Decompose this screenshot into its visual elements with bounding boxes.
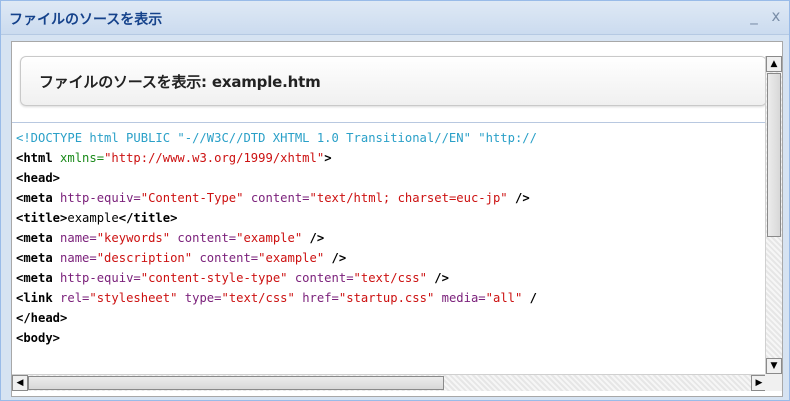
source-token: xmlns= [60, 151, 105, 165]
window-title: ファイルのソースを表示 [9, 12, 163, 28]
source-token: <link [16, 291, 61, 305]
source-token: content= [287, 271, 354, 285]
vertical-scroll-thumb[interactable] [767, 73, 781, 237]
source-token: <html [16, 151, 61, 165]
source-line: <head> [16, 168, 60, 188]
source-token: "http://www.w3.org/1999/xhtml" [104, 151, 325, 165]
source-token: content= [192, 251, 259, 265]
source-token: /> [324, 251, 347, 265]
source-line: <meta http-equiv="Content-Type" content=… [16, 188, 530, 208]
source-token: <meta [16, 251, 61, 265]
source-token: http-equiv= [60, 191, 141, 205]
source-line: <meta name="description" content="exampl… [16, 248, 346, 268]
divider [12, 122, 767, 123]
source-token: type= [177, 291, 222, 305]
source-token: /> [507, 191, 530, 205]
source-token: media= [434, 291, 486, 305]
source-line: </head> [16, 308, 67, 328]
source-token: "startup.css" [338, 291, 435, 305]
source-token: "text/css" [221, 291, 295, 305]
source-token: name= [60, 231, 97, 245]
source-line: <title>example</title> [16, 208, 177, 228]
source-token: "keywords" [96, 231, 171, 245]
source-token: /> [302, 231, 325, 245]
source-token: <!DOCTYPE html PUBLIC "-//W3C//DTD XHTML… [16, 131, 537, 145]
source-token: </head> [16, 311, 68, 325]
source-token: rel= [60, 291, 90, 305]
source-line: <meta http-equiv="content-style-type" co… [16, 268, 449, 288]
source-token: "description" [96, 251, 193, 265]
source-token: content= [170, 231, 237, 245]
source-token: <title> [16, 211, 68, 225]
source-token: "all" [485, 291, 523, 305]
source-token: "stylesheet" [89, 291, 178, 305]
source-token: href= [294, 291, 339, 305]
scroll-up-icon[interactable]: ▲ [766, 56, 782, 72]
source-token: "example" [258, 251, 325, 265]
source-code-view[interactable]: <!DOCTYPE html PUBLIC "-//W3C//DTD XHTML… [12, 126, 767, 374]
source-line: <body> [16, 328, 60, 348]
source-token: <head> [16, 171, 61, 185]
source-token: <meta [16, 271, 61, 285]
horizontal-scroll-thumb[interactable] [28, 376, 444, 390]
source-token: name= [60, 251, 97, 265]
close-button[interactable]: x [769, 7, 783, 25]
window-controls: _ x [747, 7, 783, 25]
source-token: / [522, 291, 538, 305]
source-token: example [67, 211, 119, 225]
scrollbar-corner [765, 374, 782, 391]
scroll-left-icon[interactable]: ◀ [12, 375, 28, 391]
panel-header: ファイルのソースを表示: example.htm [20, 56, 767, 106]
panel-header-title: ファイルのソースを表示: example.htm [39, 73, 321, 91]
source-panel: ファイルのソースを表示: example.htm <!DOCTYPE html … [11, 41, 783, 397]
source-token: "text/html; charset=euc-jp" [309, 191, 508, 205]
source-token: <meta [16, 231, 61, 245]
source-line: <link rel="stylesheet" type="text/css" h… [16, 288, 537, 308]
source-token: <body> [16, 331, 61, 345]
scroll-down-icon[interactable]: ▼ [766, 358, 782, 374]
source-line: <!DOCTYPE html PUBLIC "-//W3C//DTD XHTML… [16, 128, 537, 148]
window-titlebar[interactable]: ファイルのソースを表示 _ x [1, 1, 789, 35]
horizontal-scrollbar[interactable]: ◀ ▶ [12, 374, 767, 391]
vertical-scrollbar[interactable]: ▲ ▼ [765, 56, 782, 374]
source-token: "text/css" [353, 271, 427, 285]
source-line: <meta name="keywords" content="example" … [16, 228, 324, 248]
source-token: /> [426, 271, 449, 285]
source-token: "example" [236, 231, 303, 245]
source-token: "Content-Type" [140, 191, 244, 205]
source-token: http-equiv= [60, 271, 141, 285]
source-token: > [324, 151, 332, 165]
minimize-button[interactable]: _ [747, 7, 761, 25]
source-token: "content-style-type" [140, 271, 288, 285]
source-token: </title> [118, 211, 178, 225]
source-viewer-window: ファイルのソースを表示 _ x ファイルのソースを表示: example.htm… [0, 0, 790, 401]
source-line: <html xmlns="http://www.w3.org/1999/xhtm… [16, 148, 332, 168]
source-token: content= [243, 191, 310, 205]
source-token: <meta [16, 191, 61, 205]
